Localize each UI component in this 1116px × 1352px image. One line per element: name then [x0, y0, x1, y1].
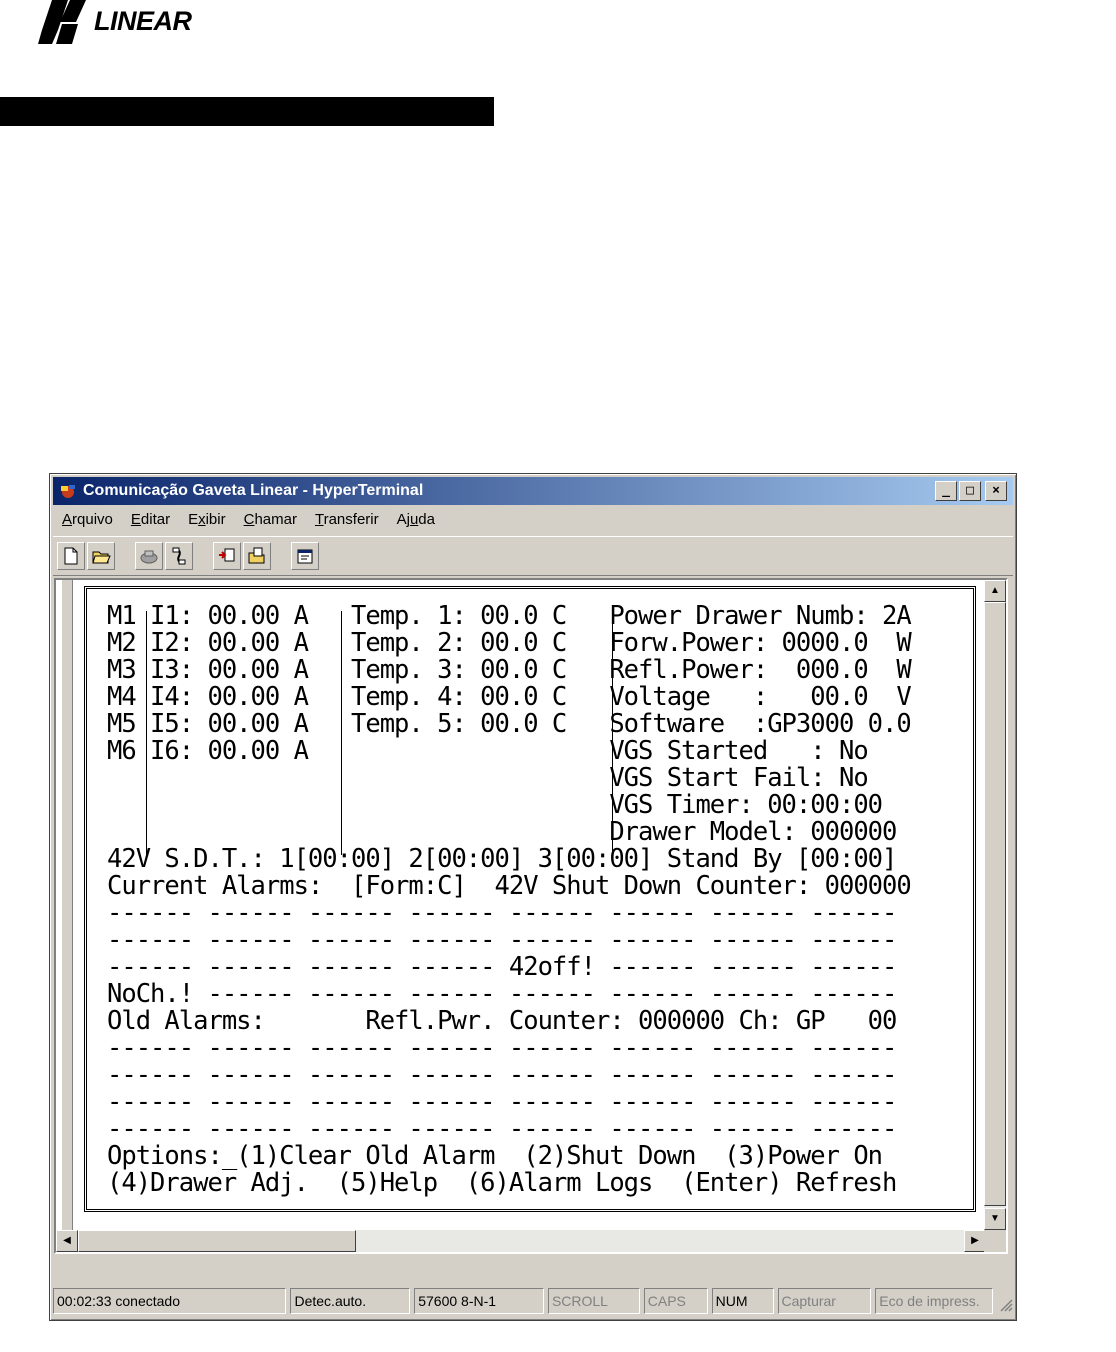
- logo-text: LINEAR: [94, 6, 192, 36]
- menu-exibir-accel: x: [198, 511, 206, 528]
- terminal-line: Drawer Model: 000000: [107, 817, 897, 847]
- terminal-line: Options:_(1)Clear Old Alarm (2)Shut Down…: [107, 1141, 883, 1171]
- menu-exibir[interactable]: Exibir: [179, 507, 235, 535]
- linear-logo-mark-icon: [38, 0, 86, 44]
- window-title: Comunicação Gaveta Linear - HyperTermina…: [83, 482, 424, 499]
- hyperterminal-app-icon[interactable]: [59, 483, 77, 499]
- connect-icon[interactable]: [135, 542, 163, 570]
- status-detect: Detec.auto.: [290, 1288, 411, 1314]
- terminal-text: M1 I1: 00.00 A Temp. 1: 00.0 C Power Dra…: [107, 601, 912, 1198]
- terminal-line: ------ ------ ------ ------ 42off! -----…: [107, 952, 897, 982]
- status-connection-time: 00:02:33 conectado: [53, 1288, 287, 1314]
- linear-logo: LINEAR: [38, 0, 198, 46]
- menu-exibir-pre: E: [188, 511, 199, 528]
- header-bar: [0, 97, 494, 126]
- menu-arquivo-accel: A: [62, 511, 73, 528]
- menu-ajuda[interactable]: Ajuda: [388, 507, 444, 535]
- menu-ajuda-label: da: [418, 511, 435, 528]
- terminal-line: M1 I1: 00.00 A Temp. 1: 00.0 C Power Dra…: [107, 601, 912, 631]
- status-port-settings: 57600 8-N-1: [414, 1288, 544, 1314]
- properties-icon[interactable]: [291, 542, 319, 570]
- status-print-echo: Eco de impress.: [875, 1288, 994, 1314]
- menu-transferir[interactable]: Transferir: [306, 507, 388, 535]
- resize-grip-icon[interactable]: [997, 1296, 1013, 1312]
- menu-chamar-label: hamar: [254, 511, 297, 528]
- menu-editar[interactable]: Editar: [122, 507, 179, 535]
- terminal-line: VGS Start Fail: No: [107, 763, 868, 793]
- close-button[interactable]: ×: [985, 481, 1007, 501]
- terminal-line: ------ ------ ------ ------ ------ -----…: [107, 1060, 897, 1090]
- menu-editar-accel: E: [130, 511, 141, 528]
- status-bar: 00:02:33 conectado Detec.auto. 57600 8-N…: [53, 1288, 1013, 1316]
- disconnect-icon[interactable]: [165, 542, 193, 570]
- menu-chamar-accel: C: [243, 511, 255, 528]
- terminal-line: ------ ------ ------ ------ ------ -----…: [107, 1087, 897, 1117]
- terminal-line: (4)Drawer Adj. (5)Help (6)Alarm Logs (En…: [107, 1168, 897, 1198]
- scroll-left-icon[interactable]: ◀: [56, 1230, 78, 1252]
- menu-ajuda-pre: Aj: [396, 511, 410, 528]
- menu-chamar[interactable]: Chamar: [235, 507, 306, 535]
- scrollbar-corner: [984, 1230, 1006, 1252]
- terminal-line: Current Alarms: [Form:C] 42V Shut Down C…: [107, 871, 912, 901]
- send-icon[interactable]: [213, 542, 241, 570]
- menu-arquivo[interactable]: Arquivo: [53, 507, 122, 535]
- status-capture: Capturar: [777, 1288, 872, 1314]
- terminal-area[interactable]: M1 I1: 00.00 A Temp. 1: 00.0 C Power Dra…: [56, 580, 986, 1230]
- terminal-line: M6 I6: 00.00 A VGS Started : No: [107, 736, 869, 766]
- status-caps: CAPS: [643, 1288, 708, 1314]
- terminal-line: Old Alarms: Refl.Pwr. Counter: 000000 Ch…: [107, 1006, 897, 1036]
- scroll-up-icon[interactable]: ▲: [984, 580, 1006, 602]
- terminal-line: M3 I3: 00.00 A Temp. 3: 00.0 C Refl.Powe…: [107, 655, 912, 685]
- open-folder-icon[interactable]: [87, 542, 115, 570]
- terminal-line: ------ ------ ------ ------ ------ -----…: [107, 1114, 897, 1144]
- menu-transferir-accel: T: [314, 511, 324, 528]
- horizontal-scroll-thumb[interactable]: [78, 1230, 356, 1252]
- toolbar: [53, 536, 1013, 576]
- terminal-line: ------ ------ ------ ------ ------ -----…: [107, 925, 897, 955]
- status-num: NUM: [711, 1288, 774, 1314]
- terminal-line: M4 I4: 00.00 A Temp. 4: 00.0 C Voltage :…: [107, 682, 912, 712]
- menu-editar-label: ditar: [140, 511, 171, 528]
- hyperterminal-window: Comunicação Gaveta Linear - HyperTermina…: [49, 473, 1017, 1321]
- maximize-button[interactable]: □: [959, 481, 981, 501]
- terminal-line: ------ ------ ------ ------ ------ -----…: [107, 1033, 897, 1063]
- menu-transferir-label: ransferir: [323, 511, 379, 528]
- terminal-line: M5 I5: 00.00 A Temp. 5: 00.0 C Software …: [107, 709, 912, 739]
- terminal-line: M2 I2: 00.00 A Temp. 2: 00.0 C Forw.Powe…: [107, 628, 912, 658]
- terminal-line: ------ ------ ------ ------ ------ -----…: [107, 898, 897, 928]
- receive-icon[interactable]: [243, 542, 271, 570]
- menu-exibir-label: ibir: [205, 511, 226, 528]
- terminal-frame: M1 I1: 00.00 A Temp. 1: 00.0 C Power Dra…: [54, 578, 1008, 1254]
- horizontal-scrollbar[interactable]: ◀ ▶: [56, 1230, 986, 1252]
- terminal-screen[interactable]: M1 I1: 00.00 A Temp. 1: 00.0 C Power Dra…: [84, 586, 976, 1212]
- terminal-line: NoCh.! ------ ------ ------ ------ -----…: [107, 979, 897, 1009]
- vertical-scroll-thumb[interactable]: [984, 602, 1006, 1206]
- terminal-line: VGS Timer: 00:00:00: [107, 790, 883, 820]
- scroll-down-icon[interactable]: ▼: [984, 1208, 1006, 1230]
- menu-bar: Arquivo Editar Exibir Chamar Transferir …: [53, 507, 1013, 535]
- terminal-line: 42V S.D.T.: 1[00:00] 2[00:00] 3[00:00] S…: [107, 844, 897, 874]
- vertical-scrollbar[interactable]: ▲ ▼: [984, 580, 1006, 1230]
- menu-arquivo-label: rquivo: [72, 511, 113, 528]
- status-scroll: SCROLL: [547, 1288, 640, 1314]
- title-bar[interactable]: Comunicação Gaveta Linear - HyperTermina…: [53, 477, 1013, 505]
- new-file-icon[interactable]: [57, 542, 85, 570]
- scroll-right-icon[interactable]: ▶: [964, 1230, 986, 1252]
- minimize-button[interactable]: _: [935, 481, 957, 501]
- terminal-margin: [62, 580, 73, 1230]
